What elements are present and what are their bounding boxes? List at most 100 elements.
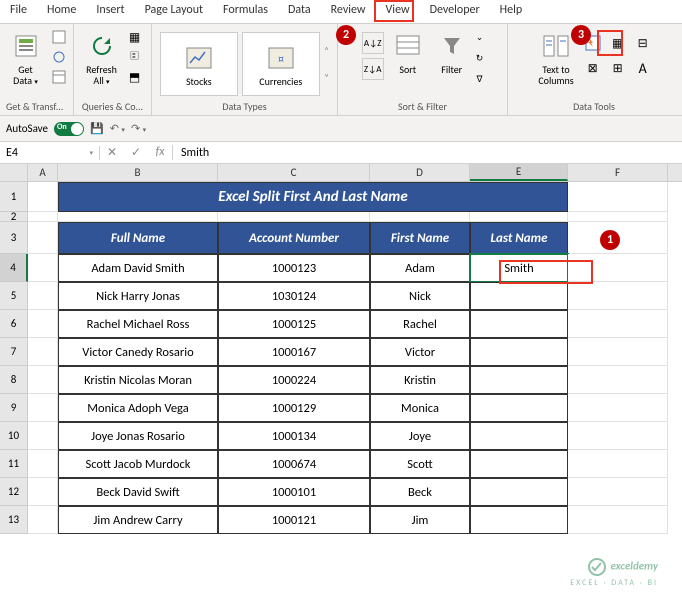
cell-f10[interactable]	[568, 422, 668, 450]
cell-f7[interactable]	[568, 338, 668, 366]
cell-d6[interactable]: Rachel	[370, 310, 470, 338]
fx-icon[interactable]: fx	[148, 145, 172, 160]
cell-f12[interactable]	[568, 478, 668, 506]
autosave-toggle[interactable]: On	[54, 122, 84, 136]
row-header-8[interactable]: 8	[0, 366, 28, 394]
from-web-icon[interactable]	[50, 48, 68, 66]
cell-d13[interactable]: Jim	[370, 506, 470, 534]
cell-b12[interactable]: Beck David Swift	[58, 478, 218, 506]
cell-d10[interactable]: Joye	[370, 422, 470, 450]
cell-e9[interactable]	[470, 394, 568, 422]
tab-insert[interactable]: Insert	[86, 0, 134, 23]
cell-e6[interactable]	[470, 310, 568, 338]
edit-links-icon[interactable]: ⬒	[126, 68, 144, 86]
cell-d4[interactable]: Adam	[370, 254, 470, 282]
reapply-icon[interactable]: ↻	[476, 49, 484, 67]
header-fullname[interactable]: Full Name	[58, 222, 218, 254]
from-text-icon[interactable]	[50, 28, 68, 46]
cell-e7[interactable]	[470, 338, 568, 366]
row-header-4[interactable]: 4	[0, 254, 28, 282]
row-header-1[interactable]: 1	[0, 182, 28, 212]
cell-c8[interactable]: 1000224	[218, 366, 370, 394]
cell-a6[interactable]	[28, 310, 58, 338]
datatype-prev-icon[interactable]: ˄	[324, 44, 329, 57]
row-header-6[interactable]: 6	[0, 310, 28, 338]
col-header-e[interactable]: E	[470, 164, 568, 181]
header-lastname[interactable]: Last Name	[470, 222, 568, 254]
undo-icon[interactable]: ↶ ▾	[110, 122, 125, 135]
tab-page-layout[interactable]: Page Layout	[135, 0, 213, 23]
row-header-13[interactable]: 13	[0, 506, 28, 534]
cell-b13[interactable]: Jim Andrew Carry	[58, 506, 218, 534]
from-table-icon[interactable]	[50, 68, 68, 86]
queries-icon[interactable]: ▦	[126, 28, 144, 46]
cell-f5[interactable]	[568, 282, 668, 310]
cell-e12[interactable]	[470, 478, 568, 506]
cell-b10[interactable]: Joye Jonas Rosario	[58, 422, 218, 450]
cell-a12[interactable]	[28, 478, 58, 506]
cell-b2[interactable]	[58, 212, 218, 222]
cancel-formula-icon[interactable]: ✕	[100, 145, 124, 160]
cell-a13[interactable]	[28, 506, 58, 534]
tab-formulas[interactable]: Formulas	[213, 0, 278, 23]
tab-file[interactable]: File	[0, 0, 37, 23]
currencies-button[interactable]: ¤ Currencies	[242, 32, 320, 96]
cell-c12[interactable]: 1000101	[218, 478, 370, 506]
cell-a2[interactable]	[28, 212, 58, 222]
cell-f9[interactable]	[568, 394, 668, 422]
filter-button[interactable]: Filter	[432, 28, 472, 77]
cell-a5[interactable]	[28, 282, 58, 310]
relationships-icon[interactable]: ⊞	[607, 57, 629, 79]
cell-c7[interactable]: 1000167	[218, 338, 370, 366]
namebox-dropdown-icon[interactable]: ▾	[89, 149, 93, 156]
manage-model-icon[interactable]: A	[632, 57, 654, 79]
cell-c2[interactable]	[218, 212, 370, 222]
cell-e11[interactable]	[470, 450, 568, 478]
cell-c5[interactable]: 1030124	[218, 282, 370, 310]
sort-asc-button[interactable]: A↓Z	[362, 32, 384, 54]
tab-developer[interactable]: Developer	[420, 0, 490, 23]
title-cell[interactable]: Excel Split First And Last Name	[58, 182, 568, 212]
tab-review[interactable]: Review	[321, 0, 376, 23]
cell-a7[interactable]	[28, 338, 58, 366]
cell-b5[interactable]: Nick Harry Jonas	[58, 282, 218, 310]
col-header-d[interactable]: D	[370, 164, 470, 181]
cell-c9[interactable]: 1000129	[218, 394, 370, 422]
redo-icon[interactable]: ↷ ▾	[131, 122, 146, 135]
cell-c10[interactable]: 1000134	[218, 422, 370, 450]
refresh-all-button[interactable]: RefreshAll ▾	[82, 28, 122, 88]
row-header-11[interactable]: 11	[0, 450, 28, 478]
row-header-10[interactable]: 10	[0, 422, 28, 450]
cell-a10[interactable]	[28, 422, 58, 450]
sort-desc-button[interactable]: Z↓A	[362, 58, 384, 80]
cell-f2[interactable]	[568, 212, 668, 222]
row-header-2[interactable]: 2	[0, 212, 28, 222]
cell-a8[interactable]	[28, 366, 58, 394]
cell-c11[interactable]: 1000674	[218, 450, 370, 478]
datatype-next-icon[interactable]: ˅	[324, 71, 329, 84]
cell-e2[interactable]	[470, 212, 568, 222]
cell-e10[interactable]	[470, 422, 568, 450]
accept-formula-icon[interactable]: ✓	[124, 145, 148, 160]
col-header-b[interactable]: B	[58, 164, 218, 181]
cell-b9[interactable]: Monica Adoph Vega	[58, 394, 218, 422]
cell-f8[interactable]	[568, 366, 668, 394]
row-header-12[interactable]: 12	[0, 478, 28, 506]
clear-filter-icon[interactable]: ⌄	[476, 28, 484, 46]
row-header-7[interactable]: 7	[0, 338, 28, 366]
cell-c4[interactable]: 1000123	[218, 254, 370, 282]
stocks-button[interactable]: Stocks	[160, 32, 238, 96]
properties-icon[interactable]: 🗉	[126, 48, 144, 66]
cell-f6[interactable]	[568, 310, 668, 338]
name-box[interactable]: E4▾	[0, 146, 100, 160]
save-icon[interactable]: 💾	[90, 122, 104, 135]
cell-d7[interactable]: Victor	[370, 338, 470, 366]
cell-b6[interactable]: Rachel Michael Ross	[58, 310, 218, 338]
cell-c6[interactable]: 1000125	[218, 310, 370, 338]
cell-e8[interactable]	[470, 366, 568, 394]
col-header-a[interactable]: A	[28, 164, 58, 181]
row-header-9[interactable]: 9	[0, 394, 28, 422]
cell-d9[interactable]: Monica	[370, 394, 470, 422]
cell-f11[interactable]	[568, 450, 668, 478]
cell-a1[interactable]	[28, 182, 58, 212]
